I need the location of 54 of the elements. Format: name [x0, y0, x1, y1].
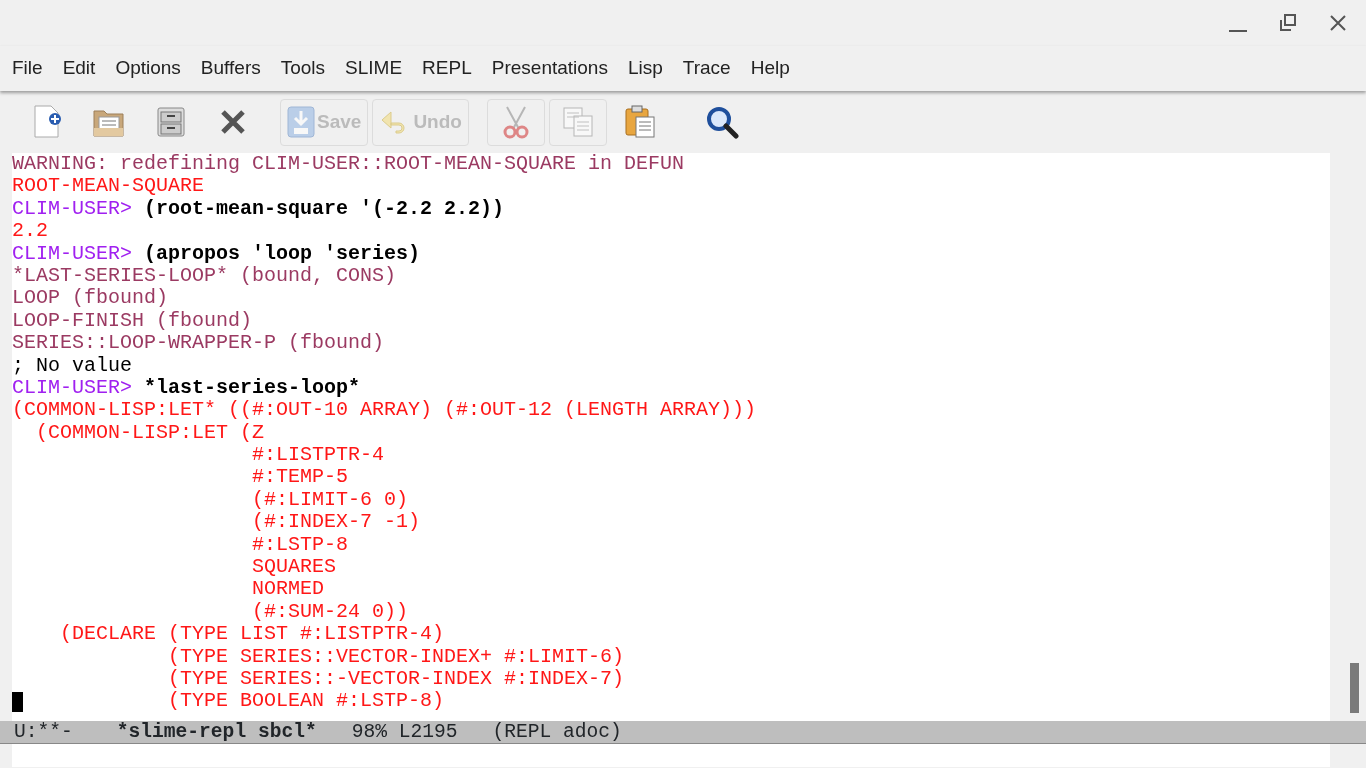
mode-line-text: *slime-repl sbcl*: [116, 721, 317, 743]
result-text: (TYPE SERIES::VECTOR-INDEX+ #:LIMIT-6): [168, 644, 625, 668]
result-text: #:TEMP-5: [252, 465, 349, 489]
menu-item[interactable]: Options: [105, 51, 191, 86]
repl-input[interactable]: (root-mean-square '(-2.2 2.2)): [144, 196, 505, 220]
cabinet-icon: [156, 106, 186, 138]
result-text: (TYPE BOOLEAN #:LSTP-8): [168, 689, 445, 713]
menu-item[interactable]: File: [2, 51, 53, 86]
result-text: (DECLARE (TYPE LIST #:LISTPTR-4): [60, 622, 445, 646]
repl-prompt: CLIM-USER>: [12, 196, 133, 220]
result-text: SQUARES: [252, 555, 337, 579]
clipboard-icon: [623, 105, 656, 139]
minimize-icon: [1229, 30, 1247, 32]
mode-line-text: 98% L2195: [351, 721, 458, 743]
repl-prompt: CLIM-USER>: [12, 241, 133, 265]
warning-text: *LAST-SERIES-LOOP* (bound, CONS): [12, 263, 397, 287]
menu-item[interactable]: Presentations: [481, 51, 618, 86]
new-file-icon: [31, 105, 63, 139]
menu-item[interactable]: Trace: [672, 51, 741, 86]
result-text: (#:LIMIT-6 0): [252, 487, 409, 511]
warning-text: SERIES::LOOP-WRAPPER-P (fbound): [12, 331, 385, 355]
result-text: (TYPE SERIES::-VECTOR-INDEX #:INDEX-7): [168, 667, 625, 690]
menu-item[interactable]: SLIME: [335, 51, 413, 86]
menu-item[interactable]: Buffers: [190, 51, 271, 86]
warning-text: LOOP-FINISH (fbound): [12, 308, 253, 332]
warning-text: LOOP (fbound): [12, 286, 169, 310]
output-text: ; No value: [12, 353, 133, 377]
restore-icon: [1278, 13, 1298, 33]
result-text: (COMMON-LISP:LET (Z: [36, 420, 265, 444]
copy-icon: [561, 106, 594, 138]
mode-line-text: (REPL adoc): [492, 721, 622, 743]
repl-input[interactable]: *last-series-loop*: [144, 375, 361, 399]
result-text: #:LSTP-8: [252, 532, 349, 556]
close-icon: [1328, 13, 1348, 33]
warning-text: WARNING: redefining CLIM-USER::ROOT-MEAN-SQUARE in DEFUN: [12, 153, 685, 175]
result-text: NORMED: [252, 577, 325, 601]
repl-prompt: CLIM-USER>: [12, 375, 133, 399]
menu-item[interactable]: REPL: [412, 51, 482, 86]
mode-line-text: U:**-: [14, 721, 73, 743]
save-icon: [287, 106, 315, 138]
result-text: 2.2: [12, 219, 48, 243]
menu-item[interactable]: Tools: [270, 51, 336, 86]
search-icon: [704, 105, 739, 139]
result-text: ROOT-MEAN-SQUARE: [12, 174, 205, 198]
result-text: (COMMON-LISP:LET* ((#:OUT-10 ARRAY) (#:OUT-12 (LENGTH ARRAY))): [12, 398, 757, 422]
result-text: #:LISTPTR-4: [252, 443, 385, 467]
close-icon: [219, 108, 247, 136]
repl-input[interactable]: (apropos 'loop 'series): [144, 241, 421, 265]
menu-item[interactable]: Edit: [52, 51, 106, 86]
result-text: (#:SUM-24 0)): [252, 599, 409, 623]
menu-item[interactable]: Lisp: [617, 51, 673, 86]
result-text: (#:INDEX-7 -1): [252, 510, 421, 534]
scroll-thumb[interactable]: [1350, 663, 1359, 713]
menu-item[interactable]: Help: [740, 51, 800, 86]
